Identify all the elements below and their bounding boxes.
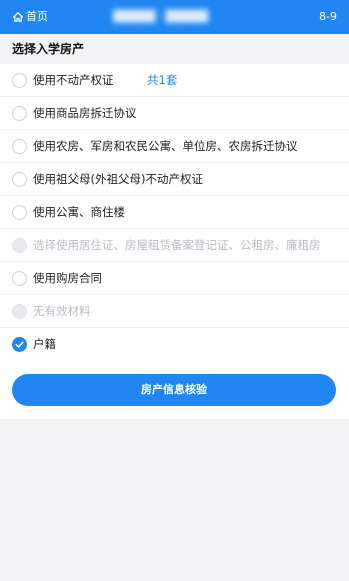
option-label: 选择使用居住证、房屋租赁备案登记证、公租房、廉租房 [33,238,321,252]
option-label: 户籍 [33,337,56,351]
option-row[interactable]: 使用祖父母(外祖父母)不动产权证 [0,163,349,196]
option-row-selected[interactable]: 户籍 [0,328,349,361]
top-bar: 首页 █████ · █████ 8-9 [0,0,349,34]
radio-button[interactable] [12,271,27,286]
page-title: █████ · █████ [113,10,209,23]
option-label: 使用祖父母(外祖父母)不动产权证 [33,172,203,186]
radio-button-checked[interactable] [12,337,27,352]
option-label: 使用公寓、商住楼 [33,205,125,219]
option-row[interactable]: 使用公寓、商住楼 [0,196,349,229]
option-label: 无有效材料 [33,304,91,318]
radio-button-disabled [12,238,27,253]
option-row-disabled: 选择使用居住证、房屋租赁备案登记证、公租房、廉租房 [0,229,349,262]
verify-property-button[interactable]: 房产信息核验 [12,374,336,406]
section-header: 选择入学房产 [0,34,349,64]
option-row[interactable]: 使用商品房拆迁协议 [0,97,349,130]
radio-button[interactable] [12,205,27,220]
footer-bar: 房产信息核验 [0,361,349,419]
option-row[interactable]: 使用农房、军房和农民公寓、单位房、农房拆迁协议 [0,130,349,163]
option-row[interactable]: 使用购房合同 [0,262,349,295]
home-button[interactable]: 首页 [12,9,48,25]
option-label: 使用购房合同 [33,271,102,285]
radio-button-disabled [12,304,27,319]
option-label: 使用不动产权证 [33,73,114,87]
property-count-link[interactable]: 共1套 [147,72,177,88]
radio-button[interactable] [12,139,27,154]
radio-button[interactable] [12,73,27,88]
radio-button[interactable] [12,106,27,121]
page-code: 8-9 [319,10,337,23]
option-row-disabled: 无有效材料 [0,295,349,328]
section-title: 选择入学房产 [12,42,85,56]
radio-button[interactable] [12,172,27,187]
property-option-list: 使用不动产权证 共1套 使用商品房拆迁协议 使用农房、军房和农民公寓、单位房、农… [0,64,349,361]
check-icon [15,341,24,348]
option-row[interactable]: 使用不动产权证 共1套 [0,64,349,97]
home-label: 首页 [26,10,48,23]
option-label: 使用农房、军房和农民公寓、单位房、农房拆迁协议 [33,139,298,153]
home-icon [12,12,24,22]
option-label: 使用商品房拆迁协议 [33,106,137,120]
